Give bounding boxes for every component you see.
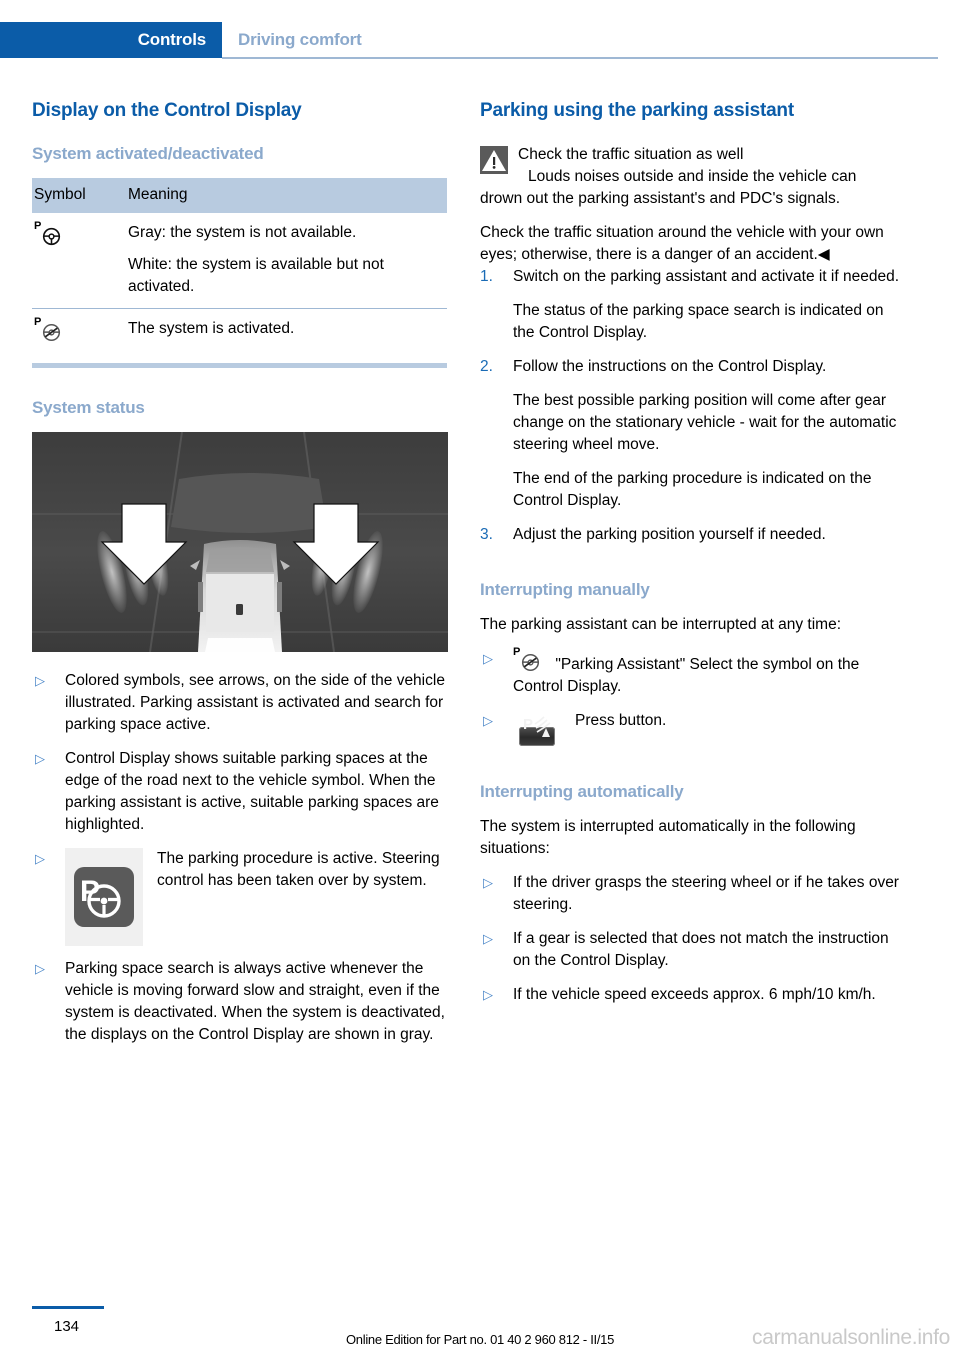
interrupting-automatically-intro: The system is interrupted automatically … <box>480 818 856 857</box>
list-item: ▷ Control Display shows suitable parking… <box>32 748 452 836</box>
list-item-label: Colored symbols, see arrows, on the side… <box>65 672 445 733</box>
symbol-cell: P <box>32 308 126 359</box>
bullet-triangle-icon: ▷ <box>483 931 493 946</box>
parking-assistant-wheel-active-icon: P <box>513 647 547 672</box>
meaning-line: White: the system is available but not a… <box>128 256 384 295</box>
table-row: P Gray: the system is not available. Whi… <box>32 213 447 309</box>
watermark: carmanualsonline.info <box>752 1326 950 1349</box>
symbol-meaning-table: Symbol Meaning P Gray: the system is not… <box>32 178 447 359</box>
step-text: Adjust the parking position yourself if … <box>513 526 826 543</box>
step-note: The status of the parking space search i… <box>513 302 884 341</box>
page-header: Controls Driving comfort <box>0 22 960 58</box>
interrupting-manually-list: ▷ P "Parking Assistant" Select the symbo… <box>480 647 900 748</box>
list-item: 2. Follow the instructions on the Contro… <box>480 356 900 512</box>
list-item-label: If the driver grasps the steering wheel … <box>513 874 899 913</box>
column-header-symbol: Symbol <box>32 178 126 213</box>
list-item-label: Control Display shows suitable parking s… <box>65 750 439 833</box>
list-item-label: The parking procedure is active. Steerin… <box>157 850 440 889</box>
warning-heading: Check the traffic situation as well <box>518 146 744 163</box>
table-bottom-border <box>32 363 447 368</box>
bullet-triangle-icon: ▷ <box>35 673 45 688</box>
header-divider <box>222 57 938 59</box>
left-bullet-list: ▷ Colored symbols, see arrows, on the si… <box>32 670 452 1046</box>
table-row: P The system is activated. <box>32 308 447 359</box>
list-item: ▷ P "Parking Assistant" Select the symbo… <box>480 647 900 698</box>
bullet-triangle-icon: ▷ <box>483 987 493 1002</box>
parking-assistant-wheel-active-icon: P <box>34 317 68 342</box>
overhead-view-vehicle-parking-sensors-image <box>32 432 448 652</box>
meaning-cell: The system is activated. <box>126 308 447 359</box>
tab-driving-comfort[interactable]: Driving comfort <box>238 22 362 58</box>
page-title: Display on the Control Display <box>32 100 302 121</box>
symbol-cell: P <box>32 213 126 309</box>
meaning-line: Gray: the system is not available. <box>128 224 357 241</box>
subheading-system-status: System status <box>32 398 145 417</box>
bullet-triangle-icon: ▷ <box>35 751 45 766</box>
meaning-cell: Gray: the system is not available. White… <box>126 213 447 309</box>
step-text: Follow the instructions on the Control D… <box>513 358 827 375</box>
left-column: Display on the Control Display System ac… <box>32 100 452 1058</box>
list-item: ▷ Parking space search is always active … <box>32 958 452 1046</box>
interrupting-automatically-list: ▷ If the driver grasps the steering whee… <box>480 872 900 1006</box>
step-number: 3. <box>480 526 493 543</box>
list-item: ▷ Colored symbols, see arrows, on the si… <box>32 670 452 736</box>
list-item: ▷ If the driver grasps the steering whee… <box>480 872 900 916</box>
list-item: ▷ P Press button. <box>480 710 900 748</box>
bullet-triangle-icon: ▷ <box>483 651 493 666</box>
list-item-label: Parking space search is always active wh… <box>65 960 445 1043</box>
list-item: 1. Switch on the parking assistant and a… <box>480 266 900 344</box>
list-item-label: Press button. <box>575 712 667 729</box>
list-item-label: "Parking Assistant" Select the symbol on… <box>513 656 860 695</box>
right-column: Parking using the parking assistant Chec… <box>480 100 900 1018</box>
warning-block: Check the traffic situation as well Loud… <box>480 144 900 266</box>
numbered-steps-list: 1. Switch on the parking assistant and a… <box>480 266 900 546</box>
table-header-row: Symbol Meaning <box>32 178 447 213</box>
step-number: 2. <box>480 358 493 375</box>
warning-triangle-icon <box>480 146 508 174</box>
list-item: ▷ If a gear is selected that does not ma… <box>480 928 900 972</box>
bullet-triangle-icon: ▷ <box>35 961 45 976</box>
list-item: ▷ P The parking procedure is active. Ste… <box>32 848 452 946</box>
step-text: Switch on the parking assistant and acti… <box>513 268 900 285</box>
bullet-triangle-icon: ▷ <box>483 713 493 728</box>
subheading-interrupting-manually: Interrupting manually <box>480 580 650 599</box>
tab-controls[interactable]: Controls <box>0 22 222 58</box>
bullet-triangle-icon: ▷ <box>483 875 493 890</box>
warning-closing: Check the traffic situation around the v… <box>480 224 884 263</box>
step-number: 1. <box>480 268 493 285</box>
list-item: 3. Adjust the parking position yourself … <box>480 524 900 546</box>
step-note: The best possible parking position will … <box>513 392 897 453</box>
footer-accent-rule <box>32 1306 104 1309</box>
step-note: The end of the parking procedure is indi… <box>513 470 872 509</box>
parking-procedure-tile-icon: P <box>65 848 143 946</box>
list-item: ▷ If the vehicle speed exceeds approx. 6… <box>480 984 900 1006</box>
list-item-label: If the vehicle speed exceeds approx. 6 m… <box>513 986 876 1003</box>
parking-assistant-wheel-icon: P <box>34 221 68 246</box>
list-item-label: If a gear is selected that does not matc… <box>513 930 889 969</box>
subheading-interrupting-automatically: Interrupting automatically <box>480 782 684 801</box>
interrupting-manually-intro: The parking assistant can be interrupted… <box>480 616 842 633</box>
svg-text:P: P <box>523 716 533 733</box>
bullet-triangle-icon: ▷ <box>35 851 45 866</box>
section-title-parking-assistant: Parking using the parking assistant <box>480 100 794 121</box>
pdc-press-button-icon[interactable]: P <box>519 711 555 748</box>
warning-body: Louds noises outside and inside the vehi… <box>480 168 857 207</box>
column-header-meaning: Meaning <box>126 178 447 213</box>
subheading-system-activated: System activated/deactivated <box>32 144 264 163</box>
